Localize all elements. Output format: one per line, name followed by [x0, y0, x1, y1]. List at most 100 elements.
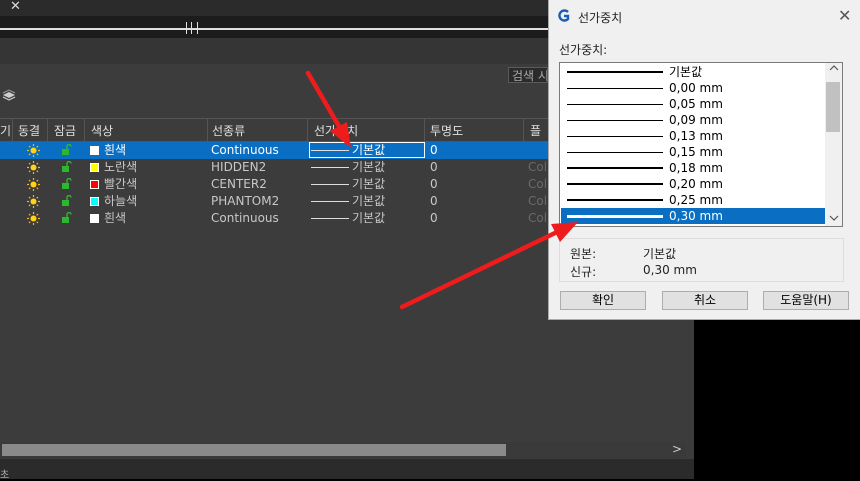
cancel-button[interactable]: 취소 — [662, 291, 748, 310]
lineweight-label: 0,13 mm — [669, 129, 723, 143]
layer-linetype[interactable]: PHANTOM2 — [211, 193, 279, 210]
layer-table-header: 기 동결 잠금 색상 선종류 선가중치 투명도 플 — [0, 118, 548, 142]
scroll-down-icon[interactable] — [829, 214, 839, 222]
list-scrollbar-thumb[interactable] — [826, 82, 840, 132]
dialog-close-icon[interactable]: ✕ — [838, 6, 851, 25]
layer-linetype[interactable]: HIDDEN2 — [211, 159, 266, 176]
drawing-canvas[interactable] — [694, 320, 860, 479]
layer-linetype[interactable]: Continuous — [211, 142, 279, 159]
layer-row[interactable]: 하늘색 PHANTOM2 기본값 0 Col — [0, 193, 548, 210]
unlock-icon[interactable] — [61, 144, 72, 156]
lineweight-edit-box[interactable] — [309, 142, 425, 158]
color-swatch[interactable] — [90, 180, 99, 189]
layer-lineweight[interactable]: 기본값 — [352, 176, 385, 193]
lineweight-sample — [567, 120, 663, 121]
lineweight-label: 0,15 mm — [669, 145, 723, 159]
search-input[interactable]: 검색 시 — [508, 67, 548, 83]
close-icon[interactable]: ✕ — [10, 0, 21, 14]
unlock-icon[interactable] — [61, 195, 72, 207]
sun-icon[interactable] — [27, 212, 40, 225]
layer-lineweight[interactable]: 기본값 — [352, 193, 385, 210]
layer-color-name[interactable]: 흰색 — [104, 210, 126, 227]
layer-plot-style[interactable]: Col — [528, 176, 547, 193]
lineweight-list[interactable]: 기본값 0,00 mm 0,05 mm 0,09 mm 0,13 mm 0,15 mm 0,… — [559, 62, 843, 227]
layer-color-name[interactable]: 빨간색 — [104, 176, 137, 193]
layer-transparency[interactable]: 0 — [430, 193, 438, 210]
lineweight-list-item[interactable]: 0,30 mm — [561, 208, 825, 224]
ok-button[interactable]: 확인 — [560, 291, 646, 310]
layer-linetype[interactable]: CENTER2 — [211, 176, 267, 193]
lineweight-list-item[interactable]: 0,05 mm — [561, 96, 825, 112]
column-header-color[interactable]: 색상 — [91, 122, 113, 139]
unlock-icon[interactable] — [61, 212, 72, 224]
layer-transparency[interactable]: 0 — [430, 142, 438, 159]
lineweight-label: 0,35 mm — [669, 224, 723, 226]
lineweight-list-item[interactable]: 0,18 mm — [561, 160, 825, 176]
layer-row[interactable]: 흰색 Continuous 기본값 0 — [0, 142, 548, 159]
sun-icon[interactable] — [27, 195, 40, 208]
color-swatch[interactable] — [90, 146, 99, 155]
sun-icon[interactable] — [27, 178, 40, 191]
layer-lineweight[interactable]: 기본값 — [352, 210, 385, 227]
column-header-lock[interactable]: 잠금 — [54, 122, 76, 139]
sun-icon[interactable] — [27, 161, 40, 174]
column-header-lineweight[interactable]: 선가중치 — [314, 122, 358, 139]
column-header-transparency[interactable]: 투명도 — [430, 122, 463, 139]
layer-transparency[interactable]: 0 — [430, 159, 438, 176]
layer-row[interactable]: 흰색 Continuous 기본값 0 Col — [0, 210, 548, 227]
lineweight-list-item[interactable]: 0,09 mm — [561, 112, 825, 128]
lineweight-list-item[interactable]: 0,20 mm — [561, 176, 825, 192]
lineweight-label: 0,05 mm — [669, 97, 723, 111]
lineweight-sample — [311, 201, 349, 202]
layer-transparency[interactable]: 0 — [430, 176, 438, 193]
color-swatch[interactable] — [90, 214, 99, 223]
unlock-icon[interactable] — [61, 178, 72, 190]
layer-transparency[interactable]: 0 — [430, 210, 438, 227]
lineweight-list-item[interactable]: 0,25 mm — [561, 192, 825, 208]
layer-linetype[interactable]: Continuous — [211, 210, 279, 227]
layer-color-name[interactable]: 하늘색 — [104, 193, 137, 210]
lineweight-list-item[interactable]: 0,15 mm — [561, 144, 825, 160]
lineweight-sample — [311, 184, 349, 185]
help-button[interactable]: 도움말(H) — [763, 291, 849, 310]
color-swatch[interactable] — [90, 197, 99, 206]
lineweight-list-item[interactable]: 0,13 mm — [561, 128, 825, 144]
scrollbar-thumb[interactable] — [2, 444, 506, 456]
lineweight-list-item[interactable]: 0,35 mm — [561, 224, 825, 226]
layer-color-name[interactable]: 노란색 — [104, 159, 137, 176]
lineweight-sample — [567, 136, 663, 137]
layer-states-icon[interactable] — [0, 87, 20, 103]
lineweight-list-label: 선가중치: — [559, 43, 608, 57]
lineweight-list-item[interactable]: 0,00 mm — [561, 80, 825, 96]
layer-lineweight[interactable]: 기본값 — [352, 159, 385, 176]
column-header-freeze[interactable]: 동결 — [18, 122, 40, 139]
sun-icon[interactable] — [27, 144, 40, 157]
new-label: 신규: — [570, 265, 597, 279]
lineweight-info-box: 원본: 기본값 신규: 0,30 mm — [559, 238, 844, 282]
scroll-right-arrow[interactable]: > — [672, 442, 682, 456]
original-value: 기본값 — [643, 247, 677, 261]
lineweight-sample — [567, 167, 663, 169]
column-header-linetype[interactable]: 선종류 — [212, 122, 245, 139]
lineweight-sample — [567, 152, 663, 153]
layer-plot-style[interactable]: Col — [528, 159, 547, 176]
scroll-up-icon[interactable] — [829, 64, 839, 72]
layer-color-name[interactable]: 흰색 — [104, 142, 126, 159]
layer-row[interactable]: 빨간색 CENTER2 기본값 0 Col — [0, 176, 548, 193]
lineweight-sample — [567, 88, 663, 89]
dialog-title: 선가중치 — [578, 11, 623, 25]
column-header-on[interactable]: 기 — [0, 122, 11, 139]
layer-plot-style[interactable]: Col — [528, 210, 547, 227]
lineweight-sample — [567, 183, 663, 185]
status-bar — [0, 459, 694, 479]
layer-plot-style[interactable]: Col — [528, 193, 547, 210]
drawing-area-strip — [0, 16, 548, 38]
column-header-plot[interactable]: 플 — [530, 122, 541, 139]
app-logo-icon — [558, 9, 570, 22]
lineweight-sample — [567, 71, 663, 73]
lineweight-label: 기본값 — [669, 65, 703, 79]
layer-row[interactable]: 노란색 HIDDEN2 기본값 0 Col — [0, 159, 548, 176]
color-swatch[interactable] — [90, 163, 99, 172]
unlock-icon[interactable] — [61, 161, 72, 173]
lineweight-list-item[interactable]: 기본값 — [561, 64, 825, 80]
